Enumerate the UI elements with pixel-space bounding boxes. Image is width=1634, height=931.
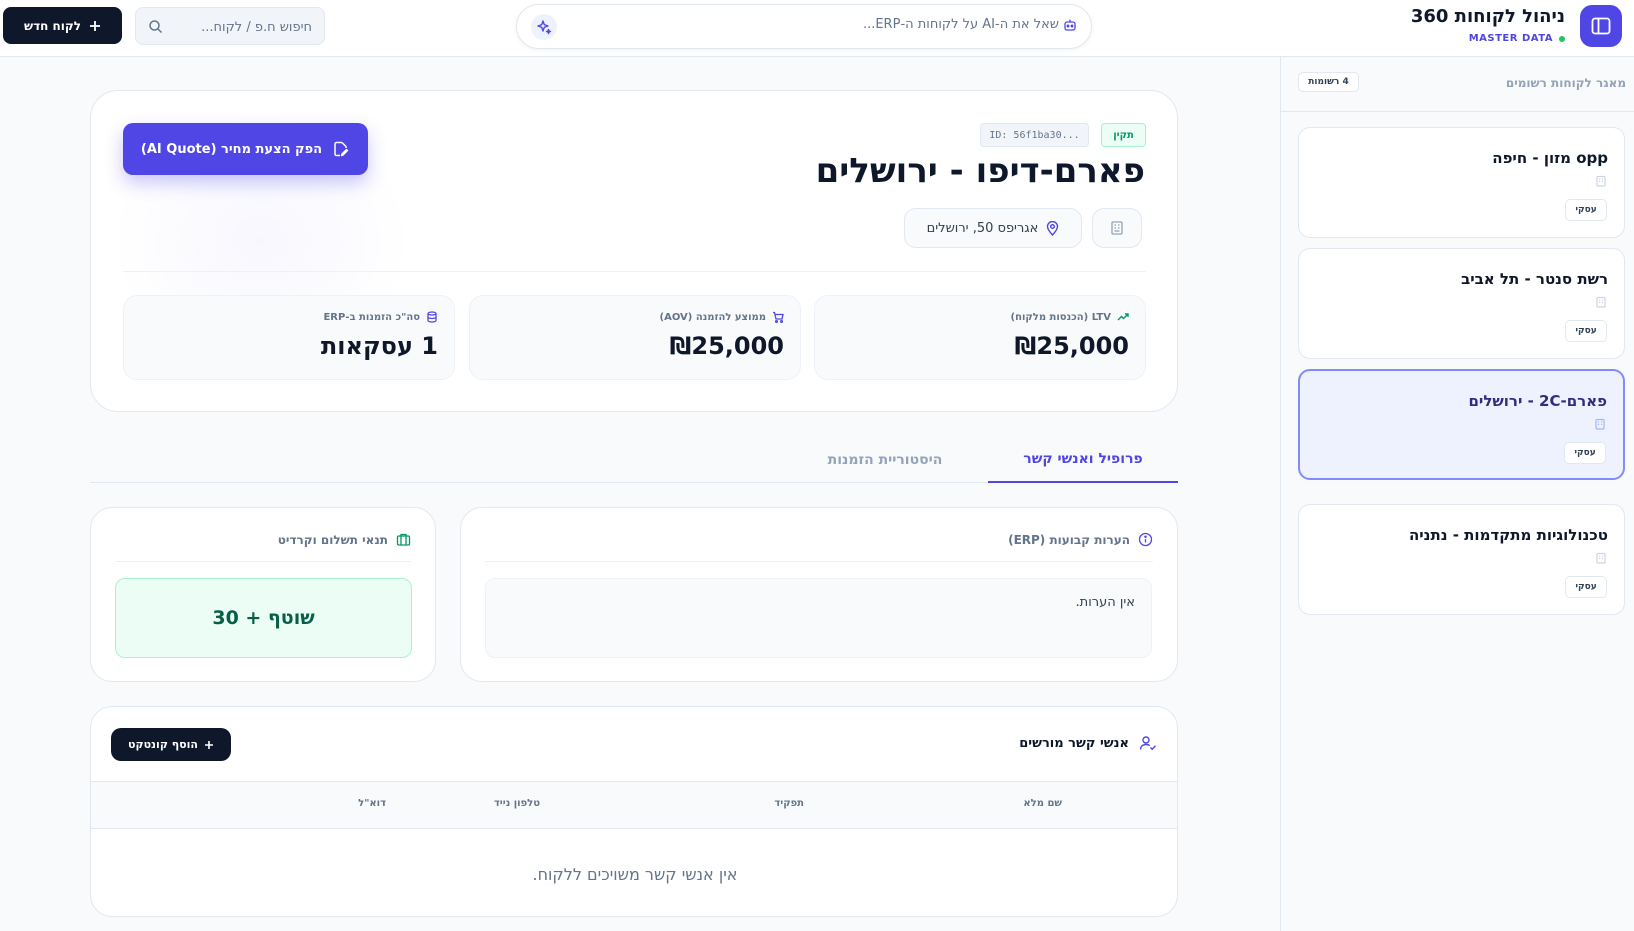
- column-header-role: תפקיד: [774, 798, 804, 809]
- building-icon: [1595, 175, 1607, 187]
- kpi-value: ₪25,000: [1014, 332, 1129, 360]
- customer-card[interactable]: רשת סנטר - תל אביב עסקי: [1298, 248, 1625, 359]
- live-status-dot: [1559, 35, 1565, 42]
- contacts-panel: אנשי קשר מורשים הוסף קונטקט שם מלא תפקיד…: [90, 706, 1178, 917]
- sidebar-toggle-button[interactable]: [1580, 5, 1622, 47]
- new-customer-button[interactable]: לקוח חדש: [3, 7, 122, 44]
- customer-card-name: פארם-2C - ירושלים: [1468, 392, 1607, 410]
- kpi-value: ₪25,000: [669, 332, 784, 360]
- building-chip: [1092, 208, 1142, 248]
- trending-up-icon: [1117, 311, 1129, 323]
- column-header-mobile: טלפון נייד: [493, 798, 540, 809]
- ai-sparkle-button[interactable]: [531, 14, 557, 40]
- kpi-label: ממוצע להזמנה (AOV): [660, 311, 785, 323]
- column-header-full-name: שם מלא: [1023, 798, 1062, 809]
- ai-prompt-text: שאל את ה-AI על לקוחות ה-ERP...: [862, 17, 1059, 32]
- kpi-erp-orders: סה"כ הזמנות ב-ERP 1 עסקאות: [123, 295, 455, 380]
- app-title: ניהול לקוחות 360: [1410, 6, 1565, 27]
- notes-box: אין הערות.: [485, 578, 1152, 658]
- tab-profile-contacts[interactable]: פרופיל ואנשי קשר: [988, 437, 1178, 483]
- terms-title: תנאי תשלום וקרדיט: [278, 532, 411, 547]
- tab-order-history[interactable]: היסטוריית הזמנות: [790, 437, 980, 483]
- contacts-title: אנשי קשר מורשים: [1019, 734, 1157, 752]
- customer-type-tag: עסקי: [1565, 576, 1607, 598]
- kpi-label-text: ממוצע להזמנה (AOV): [659, 311, 767, 323]
- info-icon: [1138, 532, 1153, 547]
- customer-header-card: תקין ID: 56f1ba30... פארם-דיפו - ירושלים…: [90, 90, 1178, 412]
- user-check-icon: [1139, 734, 1157, 752]
- kpi-aov: ממוצע להזמנה (AOV) ₪25,000: [469, 295, 801, 380]
- kpi-label: סה"כ הזמנות ב-ERP: [323, 311, 438, 323]
- divider: [115, 561, 411, 562]
- customer-name-title: פארם-דיפו - ירושלים: [815, 151, 1145, 191]
- sidebar-title: מאגר לקוחות רשומים: [1505, 76, 1626, 90]
- building-icon: [1594, 418, 1606, 430]
- building-icon: [1595, 296, 1607, 308]
- status-badge: תקין: [1101, 123, 1146, 147]
- terms-title-text: תנאי תשלום וקרדיט: [277, 532, 388, 547]
- plus-icon: [89, 20, 101, 32]
- notes-text: אין הערות.: [1075, 595, 1135, 610]
- ai-quote-label: הפק הצעת מחיר (AI Quote): [140, 141, 323, 157]
- add-contact-button[interactable]: הוסף קונטקט: [111, 728, 231, 761]
- address-text: אגריפס 50, ירושלים: [926, 220, 1039, 236]
- divider: [123, 271, 1146, 272]
- new-customer-label: לקוח חדש: [23, 18, 82, 33]
- customer-card[interactable]: טכנולוגיות מתקדמות - נתניה עסקי: [1298, 504, 1625, 615]
- notes-title-text: הערות קבועות (ERP): [1008, 532, 1130, 547]
- plus-icon: [204, 740, 214, 750]
- customer-card-name: רשת סנטר - תל אביב: [1461, 270, 1608, 288]
- payment-terms-value: שוטף + 30: [212, 607, 315, 629]
- ai-prompt[interactable]: שאל את ה-AI על לקוחות ה-ERP...: [863, 17, 1077, 32]
- app-subtitle: MASTER DATA: [1469, 33, 1565, 44]
- sidebar-header: מאגר לקוחות רשומים 4 רשומות: [1281, 57, 1634, 112]
- column-header-email: דוא"ל: [358, 798, 386, 809]
- divider: [485, 561, 1153, 562]
- ai-bot-icon: [1063, 18, 1077, 32]
- customer-tabs: פרופיל ואנשי קשר היסטוריית הזמנות: [90, 437, 1178, 483]
- sparkle-icon: [536, 19, 552, 35]
- notes-panel: הערות קבועות (ERP) אין הערות.: [460, 507, 1178, 682]
- customer-card-name: טכנולוגיות מתקדמות - נתניה: [1408, 526, 1608, 544]
- search-input[interactable]: [172, 16, 312, 38]
- customer-type-tag: עסקי: [1564, 442, 1606, 464]
- database-icon: [426, 311, 438, 323]
- sidebar-toggle-icon: [1590, 15, 1612, 37]
- customer-card[interactable]: opp מזון - חיפה עסקי: [1298, 127, 1625, 238]
- customer-sidebar: מאגר לקוחות רשומים 4 רשומות opp מזון - ח…: [1280, 57, 1634, 931]
- customer-card-selected[interactable]: פארם-2C - ירושלים עסקי: [1298, 369, 1625, 480]
- notes-title: הערות קבועות (ERP): [1008, 532, 1153, 547]
- customer-count-badge: 4 רשומות: [1298, 72, 1359, 92]
- contacts-table-header: שם מלא תפקיד טלפון נייד דוא"ל: [91, 781, 1177, 829]
- ai-quote-button[interactable]: הפק הצעת מחיר (AI Quote): [123, 123, 368, 175]
- customer-type-tag: עסקי: [1565, 199, 1607, 221]
- customer-type-tag: עסקי: [1565, 320, 1607, 342]
- cart-icon: [772, 311, 784, 323]
- address-chip: אגריפס 50, ירושלים: [904, 208, 1082, 248]
- kpi-ltv: LTV (הכנסות מלקוח) ₪25,000: [814, 295, 1146, 380]
- kpi-label-text: סה"כ הזמנות ב-ERP: [323, 311, 420, 323]
- terms-box: שוטף + 30: [115, 578, 412, 658]
- top-bar: ניהול לקוחות 360 MASTER DATA שאל את ה-AI…: [0, 0, 1634, 57]
- search-icon: [148, 19, 163, 34]
- kpi-value: 1 עסקאות: [320, 332, 438, 360]
- contacts-empty-message: אין אנשי קשר משויכים ללקוח.: [532, 865, 738, 884]
- customer-id-badge: ID: 56f1ba30...: [980, 123, 1089, 147]
- add-contact-label: הוסף קונטקט: [128, 738, 198, 751]
- building-icon: [1109, 220, 1125, 236]
- building-icon: [1595, 552, 1607, 564]
- kpi-label-text: LTV (הכנסות מלקוח): [1010, 311, 1111, 323]
- map-pin-icon: [1046, 220, 1059, 236]
- customer-card-name: opp מזון - חיפה: [1492, 149, 1608, 167]
- edit-document-icon: [332, 140, 350, 158]
- app-subtitle-text: MASTER DATA: [1468, 33, 1553, 44]
- briefcase-icon: [396, 532, 411, 547]
- ai-assistant-bar[interactable]: שאל את ה-AI על לקוחות ה-ERP...: [516, 4, 1092, 49]
- payment-terms-panel: תנאי תשלום וקרדיט שוטף + 30: [90, 507, 436, 682]
- kpi-label: LTV (הכנסות מלקוח): [1011, 311, 1129, 323]
- contacts-title-text: אנשי קשר מורשים: [1019, 735, 1129, 751]
- customer-search[interactable]: [135, 7, 325, 45]
